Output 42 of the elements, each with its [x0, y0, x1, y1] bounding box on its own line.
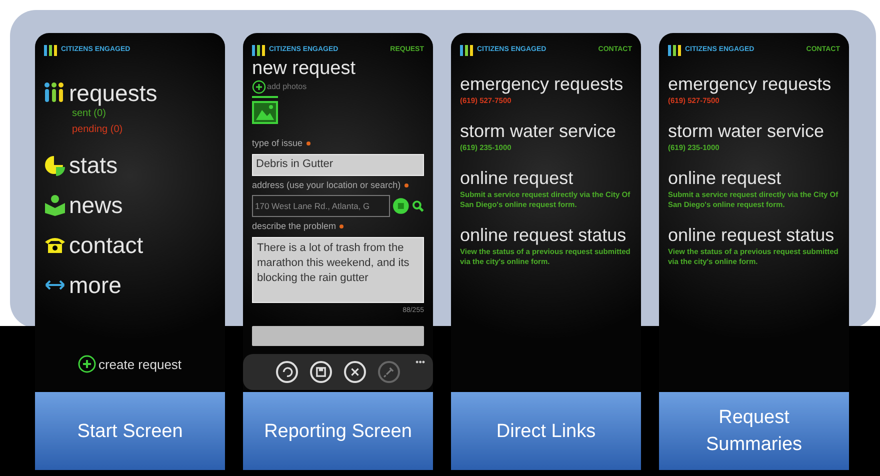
- menu-item[interactable]: requests: [69, 80, 158, 106]
- link-title[interactable]: online request status: [668, 223, 840, 247]
- link-title[interactable]: emergency requests: [460, 72, 632, 96]
- more-menu-button[interactable]: •••: [416, 356, 425, 370]
- menu-item[interactable]: contact: [69, 232, 144, 258]
- link-title[interactable]: online request: [668, 166, 840, 190]
- screen-caption: Start Screen: [35, 392, 225, 470]
- menu-item[interactable]: stats: [69, 152, 118, 178]
- location-button-icon: [393, 198, 410, 214]
- people-icon: [44, 82, 66, 104]
- logo-icon: [460, 44, 474, 56]
- image-icon: [252, 96, 278, 124]
- menu-item[interactable]: more: [69, 272, 122, 298]
- menu-item[interactable]: news: [69, 192, 123, 218]
- field-label: type of issue: [252, 137, 303, 150]
- text-area[interactable]: There is a lot of trash from the marathon this weekend, and its blocking the rain gutter: [252, 236, 424, 302]
- screen-caption: Direct Links: [451, 392, 641, 470]
- add-circle-icon: [252, 80, 266, 94]
- text-field[interactable]: Debris in Gutter: [252, 154, 424, 176]
- field-label: address (use your location or search): [252, 178, 401, 192]
- address-field[interactable]: 170 West Lane Rd., Atlanta, G: [252, 195, 390, 217]
- screen-caption: Request Summaries: [659, 392, 849, 470]
- field-label: describe the problem: [252, 220, 336, 233]
- logo-icon: [252, 44, 266, 56]
- add-photos-link[interactable]: add photos: [267, 81, 307, 93]
- menu-subitem[interactable]: sent (0): [44, 106, 216, 122]
- link-title[interactable]: online request: [460, 166, 632, 190]
- menu-subitem[interactable]: pending (0): [44, 122, 216, 138]
- link-title[interactable]: storm water service: [460, 119, 632, 143]
- search-icon: [412, 200, 424, 212]
- pie-chart-icon: [44, 154, 66, 176]
- create-request-link[interactable]: create request: [98, 354, 182, 374]
- link-title[interactable]: online request status: [460, 223, 632, 247]
- link-title[interactable]: emergency requests: [668, 72, 840, 96]
- add-circle-icon: [78, 355, 96, 374]
- logo-icon: [44, 44, 58, 56]
- screen-caption: Reporting Screen: [243, 392, 433, 470]
- screen-title: new request: [252, 58, 357, 80]
- text-field[interactable]: [252, 326, 424, 346]
- reader-icon: [44, 194, 66, 216]
- logo-icon: [668, 44, 682, 56]
- link-title[interactable]: storm water service: [668, 119, 840, 143]
